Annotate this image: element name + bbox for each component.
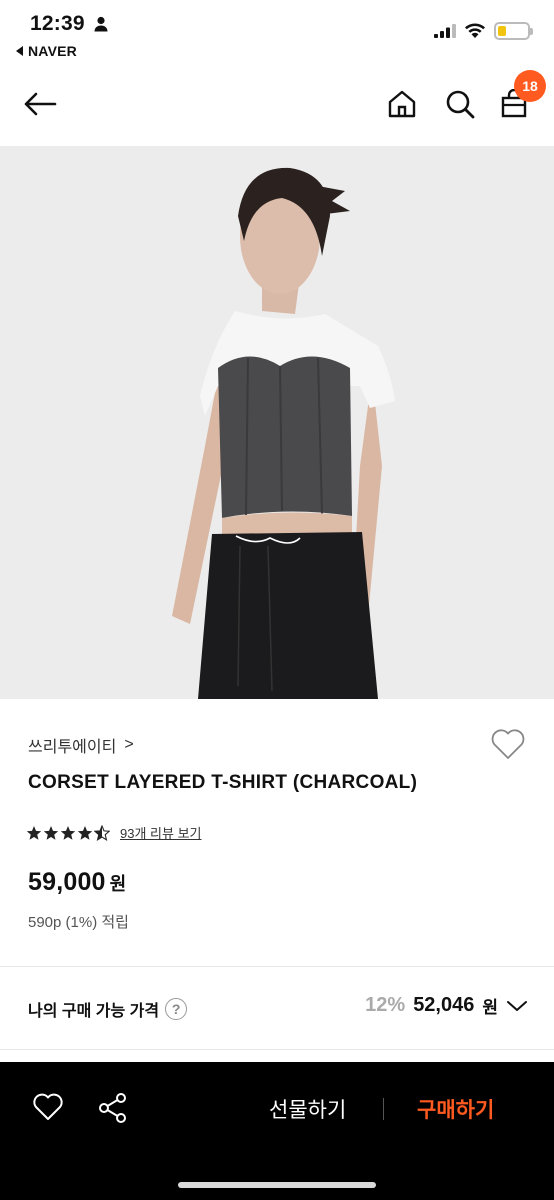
brand-link[interactable]: 쓰리투에이티 > xyxy=(28,733,134,757)
chevron-right-icon: > xyxy=(124,736,134,753)
back-to-app[interactable]: NAVER xyxy=(16,43,77,59)
section-divider xyxy=(0,1049,554,1050)
my-price-row[interactable]: 나의 구매 가능 가격 ? 12% 52,046 원 xyxy=(0,967,554,1049)
battery-level xyxy=(498,26,506,36)
chevron-down-icon[interactable] xyxy=(506,999,528,1013)
wishlist-button[interactable] xyxy=(490,727,526,763)
wifi-icon xyxy=(465,23,485,38)
button-separator xyxy=(383,1098,384,1120)
arrow-left-icon xyxy=(24,92,57,116)
star-icon xyxy=(43,825,59,840)
discount-rate: 12% xyxy=(365,994,406,1016)
brand-name: 쓰리투에이티 xyxy=(28,739,117,756)
my-price-value-group: 12% 52,046 원 xyxy=(365,993,528,1018)
person-icon xyxy=(94,16,108,37)
rating-stars xyxy=(26,824,110,841)
system-icons xyxy=(434,22,533,40)
product-image[interactable] xyxy=(0,146,554,699)
price-row: 59,000 원 xyxy=(28,868,126,897)
back-triangle-icon xyxy=(16,46,23,56)
star-icon xyxy=(26,825,42,840)
back-app-label: NAVER xyxy=(28,43,77,59)
share-icon xyxy=(99,1093,126,1123)
my-price-value: 52,046 xyxy=(413,994,475,1016)
home-icon xyxy=(388,90,416,118)
back-button[interactable] xyxy=(22,86,58,122)
home-button[interactable] xyxy=(384,86,420,122)
signal-icon xyxy=(434,24,456,38)
status-time: 12:39 xyxy=(30,12,85,35)
status-bar: 12:39 NAVER xyxy=(0,0,554,68)
bottom-action-bar: 선물하기 구매하기 xyxy=(0,1062,554,1200)
my-price-label-group: 나의 구매 가능 가격 ? xyxy=(28,997,188,1021)
my-price-unit: 원 xyxy=(482,998,498,1017)
bottom-wishlist-button[interactable] xyxy=(32,1092,64,1124)
cart-count-badge: 18 xyxy=(514,70,546,102)
price-value: 59,000 xyxy=(28,868,106,896)
star-icon xyxy=(77,825,93,840)
share-button[interactable] xyxy=(97,1092,129,1124)
rating-row: 93개 리뷰 보기 xyxy=(26,823,201,842)
star-icon xyxy=(60,825,76,840)
half-star-icon xyxy=(94,824,110,841)
product-name: CORSET LAYERED T-SHIRT (CHARCOAL) xyxy=(28,772,418,793)
search-icon xyxy=(446,90,475,119)
help-icon[interactable]: ? xyxy=(165,998,188,1020)
battery-icon xyxy=(494,22,533,40)
heart-icon xyxy=(33,1093,63,1120)
reviews-link[interactable]: 93개 리뷰 보기 xyxy=(120,823,201,842)
home-indicator[interactable] xyxy=(178,1182,376,1188)
points-earned: 590p (1%) 적립 xyxy=(28,914,129,931)
model-illustration xyxy=(0,146,554,699)
price-unit: 원 xyxy=(109,874,127,894)
heart-icon xyxy=(491,729,525,759)
gift-button[interactable]: 선물하기 xyxy=(269,1094,346,1124)
search-button[interactable] xyxy=(442,86,478,122)
my-price-label: 나의 구매 가능 가격 xyxy=(28,1003,160,1020)
buy-button[interactable]: 구매하기 xyxy=(417,1094,494,1124)
cart-button[interactable]: 18 xyxy=(496,70,546,122)
top-navigation: 18 xyxy=(0,68,554,146)
